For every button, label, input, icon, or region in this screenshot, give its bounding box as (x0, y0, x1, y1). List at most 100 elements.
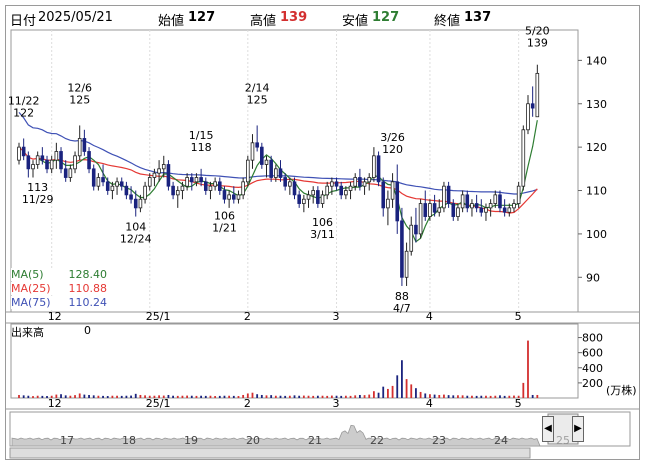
candle-body (180, 185, 185, 191)
volume-bar (36, 395, 39, 398)
candle-body (306, 194, 311, 200)
volume-bar (326, 395, 329, 398)
volume-bar (209, 395, 212, 398)
candle-body (124, 185, 129, 196)
volume-bar (97, 395, 100, 398)
volume-label: 出来高 (11, 326, 44, 339)
candle-body (316, 190, 320, 204)
annotation-value: 1/21 (212, 222, 237, 235)
volume-tick-label: 600 (582, 347, 603, 360)
scroll-right-button[interactable]: ▶ (572, 416, 584, 442)
price-tick-label: 110 (586, 185, 607, 198)
x-tick-label-volume: 5 (515, 397, 522, 410)
volume-bar (74, 395, 76, 398)
volume-bar (176, 395, 179, 398)
volume-bar (251, 392, 254, 398)
volume-bar (344, 395, 347, 398)
candle-body (49, 159, 54, 170)
volume-bar (396, 375, 399, 398)
volume-bar (335, 395, 338, 398)
volume-bar (316, 395, 319, 398)
candle-body (54, 151, 59, 161)
candle-body (432, 203, 437, 213)
candle-body (87, 151, 91, 170)
candle-body (26, 155, 31, 170)
candle-body (278, 168, 283, 178)
candle-body (274, 168, 278, 178)
volume-tick-label: 800 (582, 332, 603, 345)
volume-bar (298, 395, 301, 398)
volume-bar (368, 394, 371, 398)
candle-body (171, 185, 175, 196)
candle-body (344, 190, 348, 196)
volume-bar (172, 395, 174, 398)
navigator-label: 22 (370, 434, 384, 447)
volume-bar (50, 395, 53, 398)
candle-body (91, 168, 96, 187)
volume-bar (162, 395, 165, 398)
volume-bar (517, 395, 520, 398)
candle-body (465, 194, 470, 209)
x-tick-label: 5 (515, 310, 522, 323)
volume-tick-label: 400 (582, 362, 603, 375)
candle-body (185, 177, 189, 187)
candle-body (260, 146, 264, 165)
volume-bar (139, 394, 142, 398)
volume-bar (186, 395, 189, 398)
candle-body (390, 181, 395, 200)
price-tick-label: 100 (586, 228, 607, 241)
volume-bar (158, 395, 160, 398)
volume-bar (466, 395, 469, 398)
candle-body (255, 142, 259, 148)
volume-bar (111, 395, 114, 398)
volume-bar (284, 395, 287, 398)
candle-body (516, 185, 521, 204)
candle-body (269, 159, 273, 178)
volume-bar (494, 395, 497, 398)
candle-body (208, 185, 213, 191)
x-tick-label: 25/1 (146, 310, 171, 323)
price-tick-label: 140 (586, 54, 607, 67)
volume-bar (265, 395, 268, 398)
navigator-label: 21 (308, 434, 322, 447)
candle-body (189, 177, 194, 183)
ma5-legend: MA(5) 128.40 (11, 268, 107, 281)
candle-body (264, 159, 269, 165)
navigator-label: 20 (246, 434, 260, 447)
scroll-left-button[interactable]: ◀ (542, 416, 554, 442)
candle-body (325, 185, 329, 196)
candle-body (446, 185, 451, 204)
candle-body (40, 155, 45, 161)
candle-body (292, 181, 297, 196)
price-tick-label: 90 (586, 271, 600, 284)
volume-bar (279, 395, 282, 398)
candle-body (175, 190, 180, 196)
volume-bar (372, 391, 375, 398)
volume-bar (293, 395, 296, 398)
volume-bar (22, 395, 25, 398)
candle-body (334, 181, 339, 187)
volume-bar (513, 395, 515, 398)
volume-bar (527, 340, 529, 398)
volume-bar (116, 395, 118, 398)
candle-body (31, 164, 35, 170)
candle-body (348, 185, 353, 191)
x-tick-label-volume: 2 (244, 397, 251, 410)
annotation-value: 120 (382, 143, 403, 156)
volume-bar (41, 395, 44, 398)
volume-bar (447, 395, 450, 398)
candle-body (423, 203, 428, 217)
candle-body (372, 155, 376, 178)
volume-bar (382, 386, 385, 398)
candle-body (353, 177, 358, 187)
price-tick-label: 130 (586, 98, 607, 111)
volume-bar (312, 395, 315, 398)
chevron-left-icon: ◀ (544, 423, 552, 434)
x-tick-label-volume: 3 (333, 397, 340, 410)
volume-bar (321, 395, 324, 398)
candle-body (507, 207, 512, 213)
candle-body (493, 194, 498, 204)
candle-body (535, 72, 540, 118)
candle-body (45, 159, 49, 170)
volume-bar (55, 394, 58, 398)
